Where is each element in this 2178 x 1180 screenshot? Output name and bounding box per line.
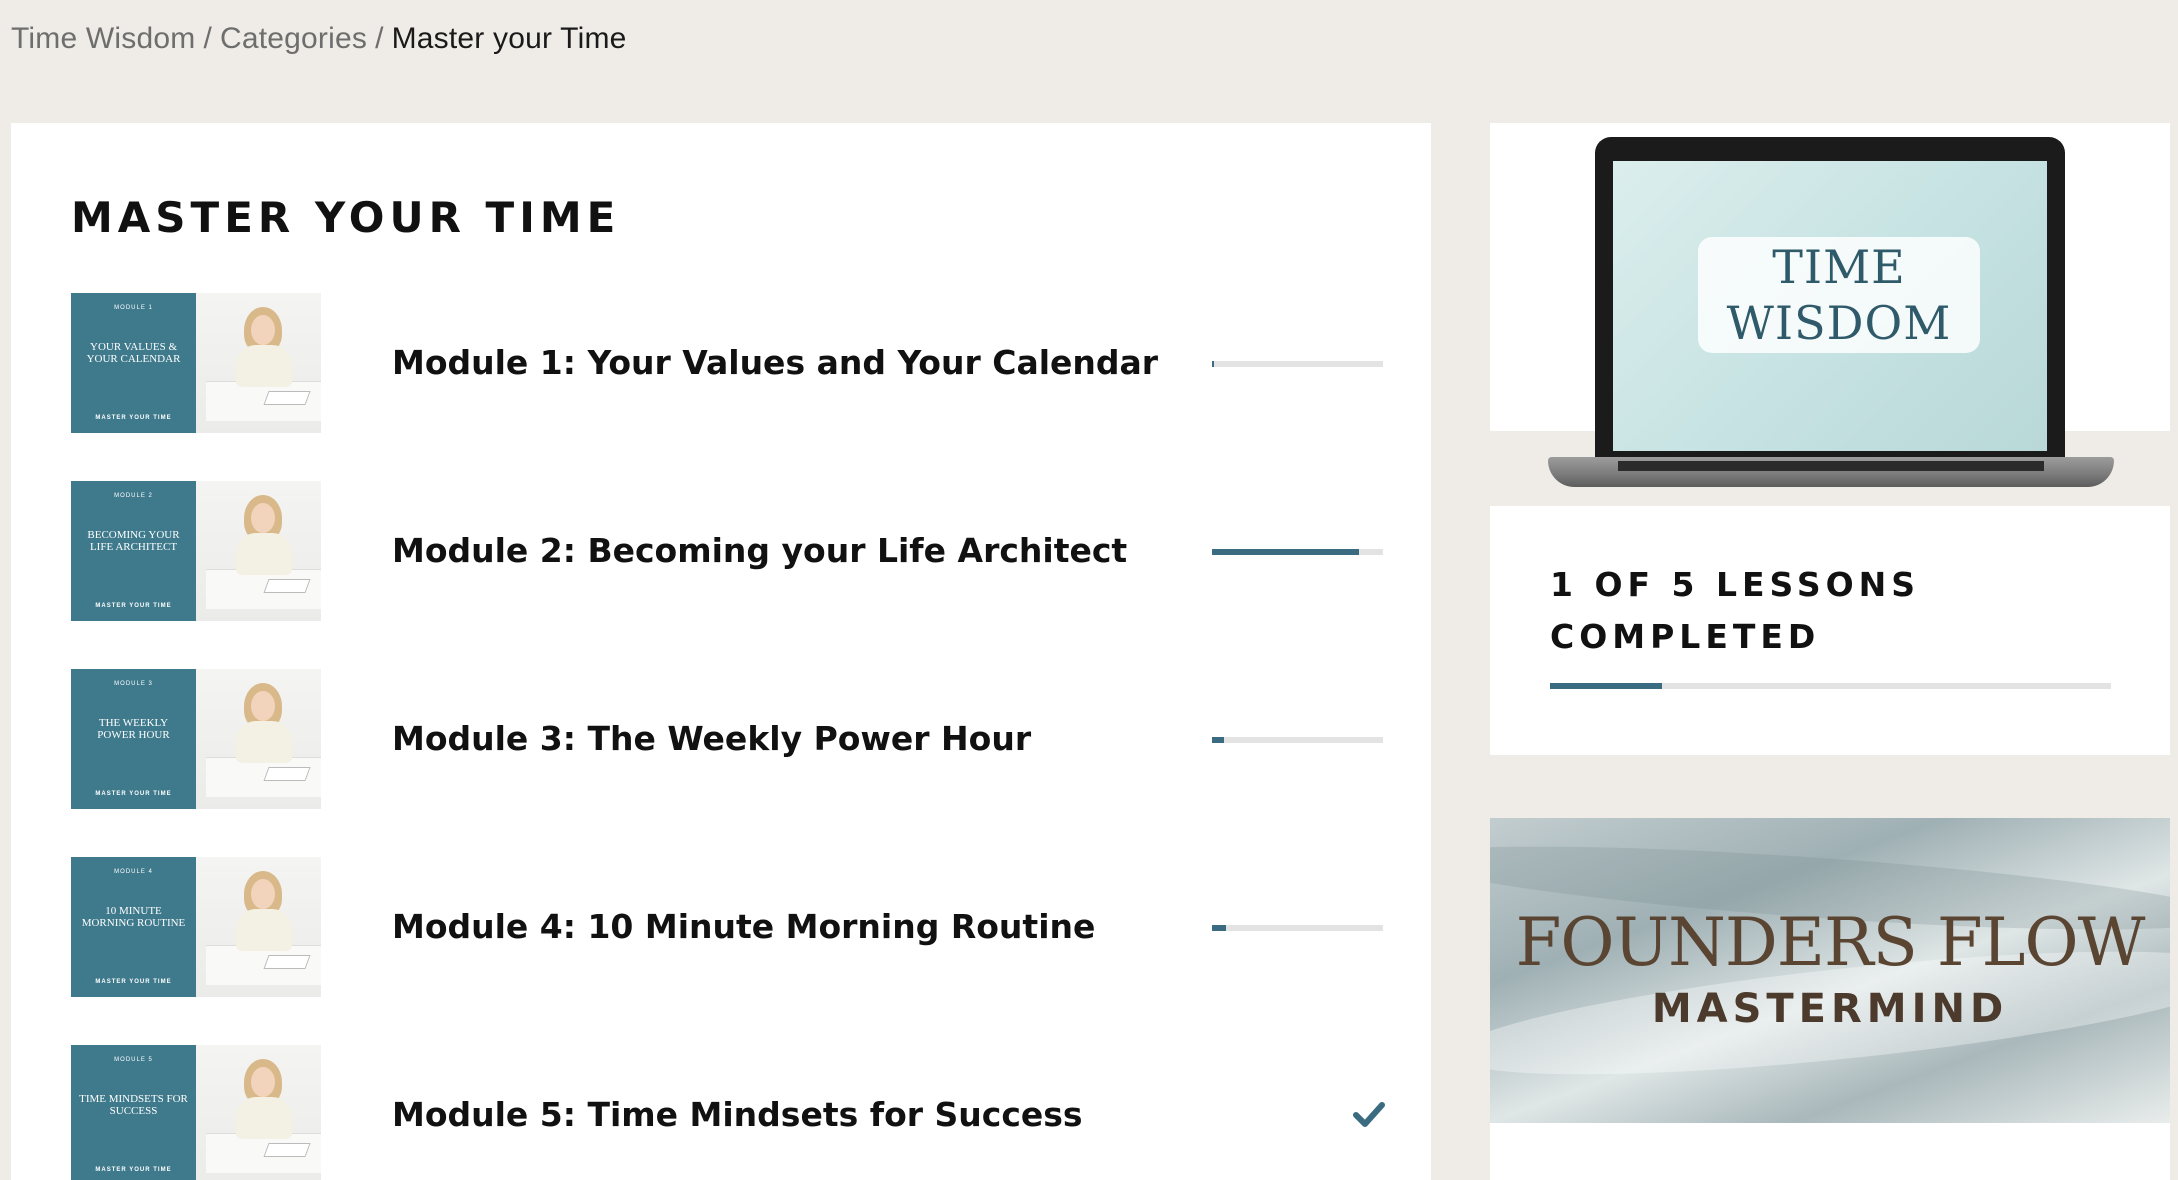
module-cover-footer: MASTER YOUR TIME: [95, 415, 172, 421]
module-photo: [196, 857, 321, 997]
course-progress-card: TIME WISDOM 1 OF 5 LESSONS COMPLETED: [1490, 123, 2170, 755]
module-title-link[interactable]: Module 1: Your Values and Your Calendar: [392, 343, 1158, 382]
course-logo-line-2: WISDOM: [1726, 296, 1952, 350]
module-cover-text: TIME MINDSETS FOR SUCCESS: [79, 1093, 188, 1117]
module-progress-bar: [1212, 361, 1383, 367]
module-progress-fill: [1212, 549, 1360, 555]
course-progress-bar: [1550, 683, 2111, 689]
module-cover: MODULE 3 THE WEEKLY POWER HOUR MASTER YOUR…: [71, 669, 196, 809]
module-cover-text: YOUR VALUES & YOUR CALENDAR: [86, 341, 181, 365]
module-cover-label: MODULE 4: [114, 869, 153, 875]
module-progress-fill: [1212, 361, 1214, 367]
module-cover-text: 10 MINUTE MORNING ROUTINE: [81, 905, 186, 929]
module-cover-text: BECOMING YOUR LIFE ARCHITECT: [87, 529, 180, 553]
module-cover: MODULE 5 TIME MINDSETS FOR SUCCESS MASTER …: [71, 1045, 196, 1180]
module-cover-label: MODULE 2: [114, 493, 153, 499]
module-title-link[interactable]: Module 3: The Weekly Power Hour: [392, 719, 1031, 758]
module-cover-footer: MASTER YOUR TIME: [95, 791, 172, 797]
module-title-link[interactable]: Module 5: Time Mindsets for Success: [392, 1095, 1083, 1134]
module-row[interactable]: MODULE 2 BECOMING YOUR LIFE ARCHITECT MAST…: [71, 481, 1391, 621]
module-thumbnail[interactable]: MODULE 5 TIME MINDSETS FOR SUCCESS MASTER …: [71, 1045, 321, 1180]
ad-title: FOUNDERS FLOW: [1515, 904, 2146, 981]
breadcrumb-current: Master your Time: [391, 22, 627, 55]
course-progress-fill: [1550, 683, 1663, 689]
module-progress-fill: [1212, 925, 1226, 931]
module-photo: [196, 669, 321, 809]
breadcrumb-link-categories[interactable]: Categories: [220, 22, 367, 55]
module-cover: MODULE 2 BECOMING YOUR LIFE ARCHITECT MAST…: [71, 481, 196, 621]
breadcrumb-link-time-wisdom[interactable]: Time Wisdom: [11, 22, 195, 55]
module-thumbnail[interactable]: MODULE 1 YOUR VALUES & YOUR CALENDAR MASTE…: [71, 293, 321, 433]
module-row[interactable]: MODULE 3 THE WEEKLY POWER HOUR MASTER YOUR…: [71, 669, 1391, 809]
module-cover-footer: MASTER YOUR TIME: [95, 603, 172, 609]
course-logo: TIME WISDOM: [1698, 237, 1980, 353]
breadcrumb-separator: /: [203, 22, 212, 55]
module-list-card: MASTER YOUR TIME MODULE 1 YOUR VALUES & Y…: [11, 123, 1431, 1180]
module-photo: [196, 293, 321, 433]
module-photo: [196, 1045, 321, 1180]
module-progress-bar: [1212, 925, 1383, 931]
page-title: MASTER YOUR TIME: [71, 193, 621, 242]
module-title-link[interactable]: Module 2: Becoming your Life Architect: [392, 531, 1127, 570]
module-cover-label: MODULE 1: [114, 305, 153, 311]
breadcrumb-separator: /: [375, 22, 384, 55]
module-thumbnail[interactable]: MODULE 2 BECOMING YOUR LIFE ARCHITECT MAST…: [71, 481, 321, 621]
module-thumbnail[interactable]: MODULE 4 10 MINUTE MORNING ROUTINE MASTER …: [71, 857, 321, 997]
course-image[interactable]: TIME WISDOM: [1490, 123, 2170, 506]
breadcrumb: Time Wisdom / Categories / Master your Time: [11, 22, 627, 56]
founders-flow-ad-banner[interactable]: FOUNDERS FLOW MASTERMIND: [1490, 818, 2170, 1123]
sidebar-card-bottom: [1490, 1123, 2170, 1180]
lessons-completed-label: 1 OF 5 LESSONS COMPLETED: [1550, 565, 1921, 656]
module-row[interactable]: MODULE 1 YOUR VALUES & YOUR CALENDAR MASTE…: [71, 293, 1391, 433]
module-cover: MODULE 4 10 MINUTE MORNING ROUTINE MASTER …: [71, 857, 196, 997]
module-thumbnail[interactable]: MODULE 3 THE WEEKLY POWER HOUR MASTER YOUR…: [71, 669, 321, 809]
checkmark-icon: [1353, 1102, 1385, 1127]
module-cover-label: MODULE 5: [114, 1057, 153, 1063]
module-cover-text: THE WEEKLY POWER HOUR: [97, 717, 170, 741]
module-cover-footer: MASTER YOUR TIME: [95, 1167, 172, 1173]
module-title-link[interactable]: Module 4: 10 Minute Morning Routine: [392, 907, 1095, 946]
module-cover-label: MODULE 3: [114, 681, 153, 687]
module-row[interactable]: MODULE 4 10 MINUTE MORNING ROUTINE MASTER …: [71, 857, 1391, 997]
module-row[interactable]: MODULE 5 TIME MINDSETS FOR SUCCESS MASTER …: [71, 1045, 1391, 1180]
module-progress-fill: [1212, 737, 1224, 743]
module-cover-footer: MASTER YOUR TIME: [95, 979, 172, 985]
module-progress-bar: [1212, 737, 1383, 743]
laptop-illustration: TIME WISDOM: [1595, 137, 2065, 457]
module-photo: [196, 481, 321, 621]
course-logo-line-1: TIME: [1772, 240, 1906, 294]
module-progress-bar: [1212, 549, 1383, 555]
ad-subtitle: MASTERMIND: [1651, 986, 2009, 1032]
module-cover: MODULE 1 YOUR VALUES & YOUR CALENDAR MASTE…: [71, 293, 196, 433]
